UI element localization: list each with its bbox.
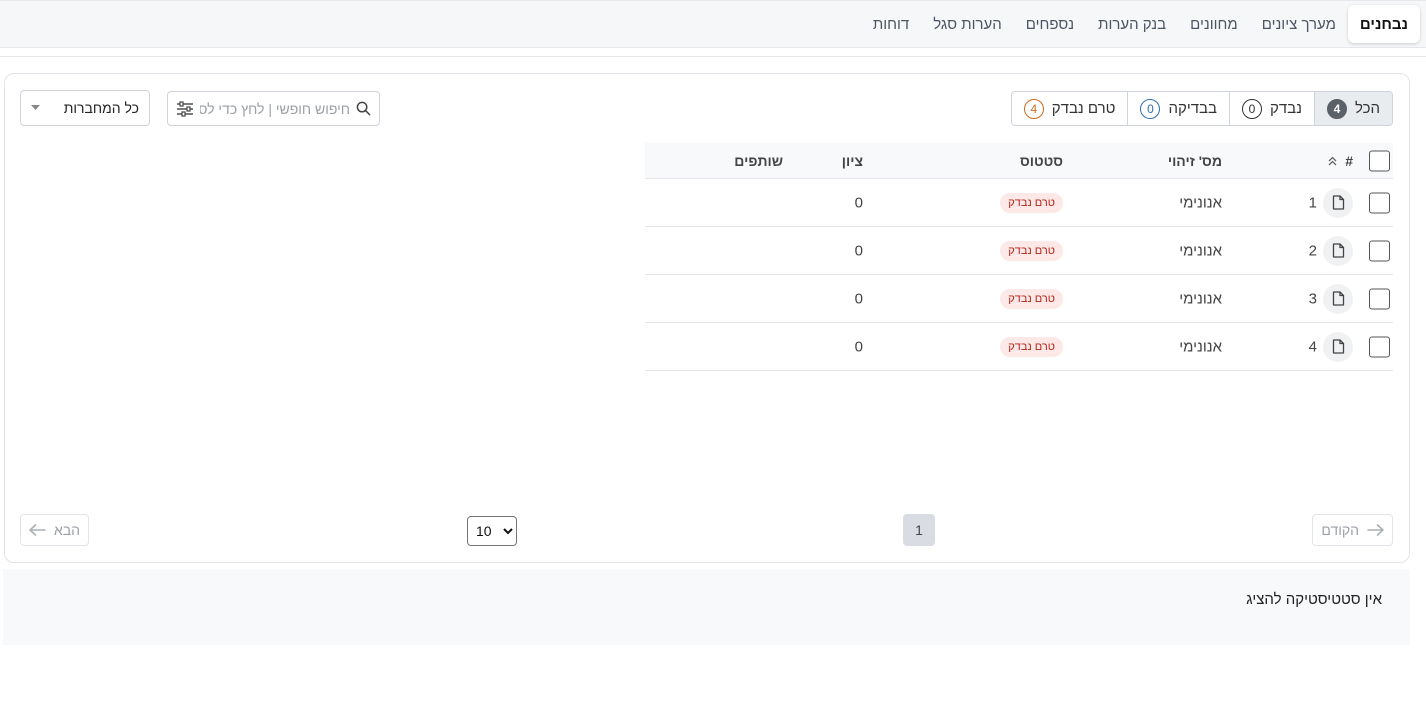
row-id: אנונימי	[1179, 338, 1222, 355]
tab-reports[interactable]: דוחות	[861, 5, 921, 43]
column-header-grade[interactable]: ציון	[842, 153, 863, 169]
document-icon[interactable]	[1323, 331, 1353, 362]
no-statistics-text: אין סטטיסטיקה להציג	[1246, 591, 1382, 608]
tab-rubrics[interactable]: מחוונים	[1178, 5, 1250, 43]
prev-page-label: הקודם	[1321, 522, 1359, 538]
filter-in-review-button[interactable]: בבדיקה 0	[1127, 92, 1229, 125]
count-badge: 0	[1140, 98, 1161, 119]
document-icon[interactable]	[1323, 283, 1353, 314]
count-badge: 4	[1326, 98, 1347, 119]
select-all-checkbox[interactable]	[1369, 150, 1390, 171]
document-icon[interactable]	[1323, 235, 1353, 266]
status-badge: טרם נבדק	[1000, 336, 1063, 357]
next-page-button[interactable]: הבא	[20, 514, 90, 546]
divider	[0, 56, 1426, 57]
document-icon[interactable]	[1323, 187, 1353, 218]
column-header-id[interactable]: מס' זיהוי	[1168, 153, 1222, 169]
row-grade: 0	[854, 338, 863, 355]
filter-sliders-icon[interactable]	[176, 100, 194, 117]
top-tab-bar: נבחנים מערך ציונים מחוונים בנק הערות נספ…	[0, 0, 1426, 48]
table-row[interactable]: 2 אנונימי טרם נבדק 0	[645, 227, 1393, 275]
status-badge: טרם נבדק	[1000, 288, 1063, 309]
row-grade: 0	[854, 242, 863, 259]
page-number-button[interactable]: 1	[903, 514, 935, 546]
column-header-num[interactable]: #	[1345, 153, 1353, 169]
row-checkbox[interactable]	[1369, 336, 1390, 357]
count-badge: 0	[1241, 98, 1262, 119]
examinees-panel: הכל 4 נבדק 0 בבדיקה 0 טרם נבדק 4 כל המחב…	[4, 73, 1410, 563]
notebook-select[interactable]: כל המחברות	[20, 90, 150, 126]
prev-page-button[interactable]: הקודם	[1312, 514, 1393, 546]
notebook-select-value: כל המחברות	[63, 100, 139, 116]
tab-comment-bank[interactable]: בנק הערות	[1086, 5, 1178, 43]
per-page-select[interactable]: 10	[467, 516, 517, 546]
column-header-status[interactable]: סטטוס	[1020, 153, 1063, 169]
sort-icon[interactable]	[1328, 156, 1337, 166]
count-badge: 4	[1023, 98, 1044, 119]
filter-not-checked-button[interactable]: טרם נבדק 4	[1011, 92, 1128, 125]
table-header: # מס' זיהוי סטטוס ציון שותפים	[645, 143, 1393, 179]
caret-down-icon	[31, 105, 40, 111]
row-number: 2	[1308, 242, 1317, 259]
status-badge: טרם נבדק	[1000, 192, 1063, 213]
row-number: 3	[1308, 290, 1317, 307]
next-page-label: הבא	[54, 522, 81, 538]
search-box	[167, 91, 380, 126]
row-id: אנונימי	[1179, 290, 1222, 307]
row-grade: 0	[854, 290, 863, 307]
row-id: אנונימי	[1179, 194, 1222, 211]
tab-examinees[interactable]: נבחנים	[1347, 5, 1420, 43]
filter-label: נבדק	[1269, 100, 1302, 117]
row-number: 4	[1308, 338, 1317, 355]
search-icon[interactable]	[356, 101, 371, 116]
filter-checked-button[interactable]: נבדק 0	[1228, 92, 1314, 125]
row-checkbox[interactable]	[1369, 192, 1390, 213]
row-checkbox[interactable]	[1369, 240, 1390, 261]
filter-label: בבדיקה	[1168, 100, 1217, 117]
tab-grade-array[interactable]: מערך ציונים	[1250, 5, 1348, 43]
filter-label: הכל	[1354, 100, 1380, 117]
table-row[interactable]: 3 אנונימי טרם נבדק 0	[645, 275, 1393, 323]
row-grade: 0	[854, 194, 863, 211]
row-checkbox[interactable]	[1369, 288, 1390, 309]
row-id: אנונימי	[1179, 242, 1222, 259]
table-row[interactable]: 1 אנונימי טרם נבדק 0	[645, 179, 1393, 227]
arrow-right-icon	[1367, 524, 1384, 536]
filter-all-button[interactable]: הכל 4	[1313, 92, 1392, 125]
status-filter-group: הכל 4 נבדק 0 בבדיקה 0 טרם נבדק 4	[1010, 91, 1393, 126]
examinees-table: # מס' זיהוי סטטוס ציון שותפים 1 אנונימי …	[645, 143, 1393, 371]
table-row[interactable]: 4 אנונימי טרם נבדק 0	[645, 323, 1393, 371]
search-input[interactable]	[200, 100, 350, 117]
column-header-partners[interactable]: שותפים	[734, 153, 783, 169]
arrow-left-icon	[29, 524, 46, 536]
tab-staff-comments[interactable]: הערות סגל	[921, 5, 1014, 43]
filter-label: טרם נבדק	[1051, 100, 1116, 117]
status-badge: טרם נבדק	[1000, 240, 1063, 261]
statistics-panel: אין סטטיסטיקה להציג	[3, 569, 1410, 645]
row-number: 1	[1308, 194, 1317, 211]
tab-appendices[interactable]: נספחים	[1014, 5, 1086, 43]
